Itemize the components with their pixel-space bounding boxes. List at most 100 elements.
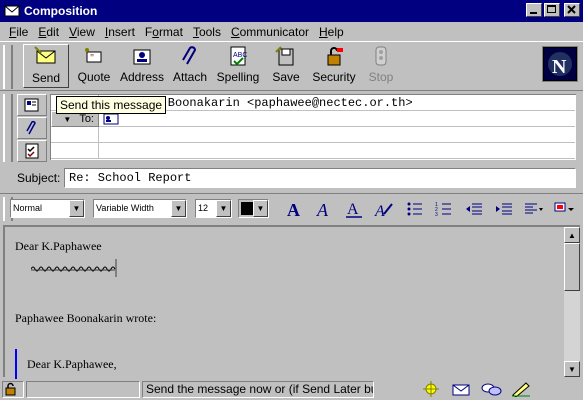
- recipient-card-icon: [103, 113, 119, 125]
- netscape-logo[interactable]: N: [542, 46, 578, 82]
- dropdown-arrow-icon: ▼: [63, 114, 72, 124]
- clear-styles-icon: A: [374, 203, 393, 218]
- address-icon: [133, 49, 151, 65]
- attach-icon: [182, 46, 197, 65]
- attach-button[interactable]: Attach: [169, 44, 211, 88]
- decrease-indent-button[interactable]: [463, 199, 485, 219]
- quote-bar: [15, 349, 17, 379]
- bold-icon: A: [287, 200, 300, 218]
- address-card-icon: [24, 98, 39, 112]
- svg-text:N: N: [552, 56, 567, 78]
- scroll-up-button[interactable]: ▲: [564, 227, 580, 243]
- mailbox-icon[interactable]: [450, 381, 472, 397]
- text-color-select[interactable]: ▼: [238, 199, 269, 218]
- increase-indent-button[interactable]: [493, 199, 515, 219]
- security-status[interactable]: [2, 381, 24, 398]
- status-message: Send the message now or (if Send Later b…: [142, 381, 374, 398]
- spelling-button[interactable]: ABC Spelling: [215, 44, 261, 88]
- arrow-down-icon: ▼: [568, 364, 576, 374]
- increase-indent-icon: [496, 203, 512, 215]
- insert-object-button[interactable]: [553, 199, 575, 219]
- svg-text:A: A: [347, 201, 359, 218]
- numbered-list-icon: 123: [435, 202, 451, 217]
- title-bar[interactable]: Composition: [0, 0, 583, 22]
- address-row-empty-1[interactable]: [51, 127, 575, 143]
- menu-tools[interactable]: Tools: [188, 25, 226, 39]
- quote-header: Paphawee Boonakarin wrote:: [15, 311, 157, 325]
- address-button[interactable]: Address: [119, 44, 165, 88]
- paperclip-icon: [26, 120, 36, 135]
- alignment-button[interactable]: [523, 199, 545, 219]
- close-button[interactable]: [564, 3, 580, 17]
- color-swatch: [241, 202, 253, 215]
- italic-button[interactable]: A: [313, 199, 335, 219]
- empty-type-2: [51, 143, 99, 159]
- font-select[interactable]: Variable Width ▼: [93, 199, 187, 218]
- quote-button[interactable]: " Quote: [73, 44, 115, 88]
- scroll-down-button[interactable]: ▼: [564, 361, 580, 377]
- svg-text:3: 3: [435, 212, 438, 217]
- bold-button[interactable]: A: [283, 199, 305, 219]
- navigator-icon[interactable]: [420, 381, 442, 397]
- subject-label: Subject:: [17, 171, 61, 185]
- empty-type-1: [51, 127, 99, 143]
- discussion-icon[interactable]: [480, 381, 502, 397]
- menu-file[interactable]: File: [4, 25, 33, 39]
- bullet-list-icon: [407, 202, 422, 216]
- insert-object-icon: [554, 202, 574, 212]
- status-bar: Send the message now or (if Send Later b…: [0, 379, 583, 400]
- svg-text:": ": [90, 53, 94, 64]
- menu-view[interactable]: View: [64, 25, 100, 39]
- address-row-empty-2[interactable]: [51, 143, 575, 159]
- font-size-select[interactable]: 12 ▼: [195, 199, 232, 218]
- netscape-n-icon: N: [544, 48, 576, 80]
- tab-address-recipients[interactable]: [17, 94, 47, 116]
- security-button[interactable]: Security: [311, 44, 357, 88]
- svg-text:A: A: [287, 200, 300, 218]
- stop-icon: [375, 46, 387, 66]
- menu-insert[interactable]: Insert: [100, 25, 140, 39]
- minimize-button[interactable]: [526, 3, 542, 17]
- save-icon: [275, 46, 294, 66]
- italic-icon: A: [316, 200, 329, 218]
- message-body[interactable]: Dear K.Paphawee Paphawee Boonakarin wrot…: [3, 225, 580, 379]
- paragraph-style-select[interactable]: Normal ▼: [10, 199, 85, 218]
- svg-text:ABC: ABC: [233, 52, 247, 59]
- numbered-list-button[interactable]: 123: [433, 199, 455, 219]
- subject-input[interactable]: Re: School Report: [64, 168, 576, 188]
- window-title: Composition: [24, 4, 98, 18]
- chevron-down-icon: ▼: [253, 200, 268, 217]
- svg-text:A: A: [374, 203, 385, 218]
- save-button[interactable]: Save: [267, 44, 305, 88]
- svg-text:A: A: [316, 200, 329, 218]
- bullet-list-button[interactable]: [404, 199, 426, 219]
- format-toolbar: Normal ▼ Variable Width ▼ 12 ▼ ▼ A A A A…: [0, 193, 583, 223]
- menu-bar: File Edit View Insert Format Tools Commu…: [0, 22, 583, 41]
- underline-button[interactable]: A: [343, 199, 365, 219]
- toolbar-grip[interactable]: [3, 45, 13, 89]
- decrease-indent-icon: [466, 203, 482, 215]
- send-icon: [34, 46, 56, 64]
- progress-area: [26, 381, 140, 398]
- tab-attachments[interactable]: [17, 117, 47, 139]
- address-grip[interactable]: [3, 94, 13, 162]
- menu-communicator[interactable]: Communicator: [226, 25, 314, 39]
- menu-help[interactable]: Help: [314, 25, 349, 39]
- clear-styles-button[interactable]: A: [373, 199, 395, 219]
- security-icon: [327, 47, 343, 66]
- menu-format[interactable]: Format: [140, 25, 188, 39]
- menu-edit[interactable]: Edit: [33, 25, 64, 39]
- maximize-button[interactable]: [544, 3, 560, 17]
- component-bar: [420, 381, 532, 397]
- tab-options[interactable]: [17, 140, 47, 162]
- composer-icon[interactable]: [510, 381, 532, 397]
- arrow-up-icon: ▲: [568, 230, 576, 240]
- scroll-thumb[interactable]: [564, 243, 580, 291]
- squiggle-line-icon: [30, 259, 117, 277]
- options-checklist-icon: [25, 143, 39, 159]
- vertical-scrollbar[interactable]: ▲ ▼: [564, 227, 580, 377]
- address-tabs: [17, 94, 47, 162]
- send-button[interactable]: Send: [23, 44, 69, 88]
- lock-icon: [5, 382, 16, 396]
- stop-button[interactable]: Stop: [364, 44, 398, 88]
